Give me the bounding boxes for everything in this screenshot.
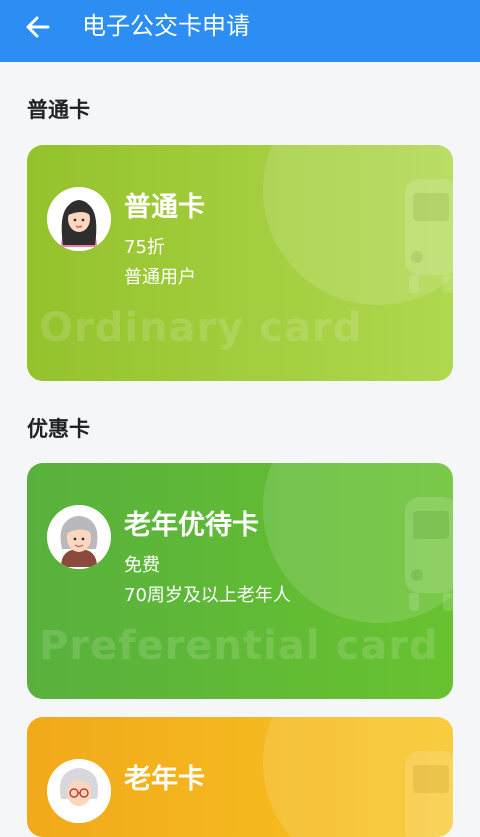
card-senior-preferential[interactable]: Preferential card 老年优待卡 免费 70周岁及以上老年人 — [27, 463, 453, 699]
card-ordinary[interactable]: Ordinary card 普通卡 75折 普通用户 — [27, 145, 453, 381]
bus-watermark-icon — [405, 179, 453, 293]
card-watermark: Ordinary card — [39, 305, 363, 351]
section-title-preferential: 优惠卡 — [27, 417, 90, 441]
section-title-ordinary: 普通卡 — [27, 98, 90, 122]
app-bar: 电子公交卡申请 — [0, 0, 480, 62]
card-name: 老年优待卡 — [124, 510, 259, 541]
elderly-grandma-avatar-icon — [47, 759, 111, 823]
card-watermark: Preferential card — [39, 623, 439, 669]
card-name: 普通卡 — [124, 192, 205, 223]
elderly-woman-avatar-icon — [47, 505, 111, 569]
arrow-left-icon — [26, 16, 50, 38]
card-name: 老年卡 — [124, 764, 205, 795]
card-discount: 75折 — [124, 237, 165, 258]
girl-avatar-icon — [47, 187, 111, 251]
back-button[interactable] — [22, 11, 54, 43]
card-discount: 免费 — [124, 555, 160, 576]
card-elder[interactable]: 老年卡 — [27, 717, 453, 837]
bus-watermark-icon — [405, 497, 453, 611]
card-eligibility: 70周岁及以上老年人 — [124, 585, 291, 606]
page-title: 电子公交卡申请 — [82, 12, 250, 40]
card-eligibility: 普通用户 — [124, 267, 196, 288]
bus-watermark-icon — [405, 751, 453, 837]
